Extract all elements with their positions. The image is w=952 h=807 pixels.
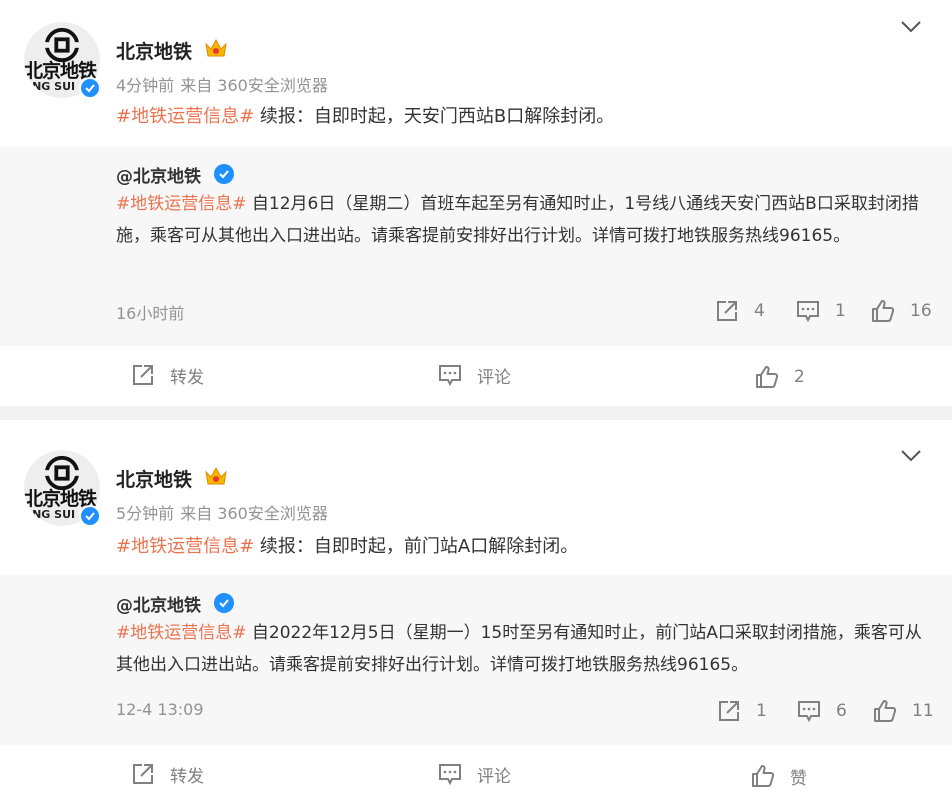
repost-time[interactable]: 16小时前 xyxy=(116,300,184,324)
chevron-down-icon[interactable] xyxy=(900,449,922,463)
comment-icon xyxy=(798,701,820,723)
avatar-logo-en: ING SUI xyxy=(28,508,76,521)
like-icon xyxy=(756,366,779,388)
repost-count-button[interactable]: 1 xyxy=(716,698,767,724)
author-name[interactable]: 北京地铁 xyxy=(116,37,192,64)
comment-icon xyxy=(797,301,819,323)
repost-box[interactable]: @北京地铁 #地铁运营信息# 自12月6日（星期二）首班车起至另有通知时止，1号… xyxy=(0,146,952,346)
repost-label: 转发 xyxy=(170,367,204,388)
like-label: 2 xyxy=(794,367,805,387)
comment-button[interactable]: 评论 xyxy=(437,362,511,388)
repost-count-button[interactable]: 4 xyxy=(714,298,765,324)
post-body: 续报：自即时起，天安门西站B口解除封闭。 xyxy=(254,106,615,127)
repost-button[interactable]: 转发 xyxy=(130,761,204,787)
repost-text: #地铁运营信息# 自12月6日（星期二）首班车起至另有通知时止，1号线八通线天安… xyxy=(116,188,926,252)
like-count: 11 xyxy=(912,701,934,721)
verified-icon xyxy=(214,593,234,613)
comment-count: 1 xyxy=(835,301,846,321)
comment-count-button[interactable]: 1 xyxy=(795,298,846,324)
like-count-button[interactable]: 11 xyxy=(872,698,934,724)
crown-icon xyxy=(205,466,227,485)
repost-author[interactable]: @北京地铁 xyxy=(116,591,201,616)
verified-icon xyxy=(214,164,234,184)
topic-tag-link[interactable]: #地铁运营信息# xyxy=(116,194,247,214)
repost-icon xyxy=(133,764,153,784)
avatar-logo-en: ING SUI xyxy=(28,80,76,93)
repost-label: 转发 xyxy=(170,766,204,787)
chevron-down-icon[interactable] xyxy=(900,20,922,34)
comment-icon xyxy=(439,365,461,387)
topic-tag-link[interactable]: #地铁运营信息# xyxy=(116,536,254,557)
repost-author[interactable]: @北京地铁 xyxy=(116,162,201,187)
weibo-card-1: 北京地铁 ING SUI 北京地铁 4分钟前 来自 360安全浏览器 #地铁运营信… xyxy=(0,0,952,406)
repost-icon xyxy=(719,701,739,721)
like-icon xyxy=(872,300,895,322)
repost-count: 1 xyxy=(756,701,767,721)
post-meta: 4分钟前 来自 360安全浏览器 xyxy=(116,72,334,96)
post-text: #地铁运营信息# 续报：自即时起，天安门西站B口解除封闭。 xyxy=(116,102,614,128)
post-text: #地铁运营信息# 续报：自即时起，前门站A口解除封闭。 xyxy=(116,532,578,558)
comment-count-button[interactable]: 6 xyxy=(796,698,847,724)
repost-button[interactable]: 转发 xyxy=(130,362,204,388)
comment-button[interactable]: 评论 xyxy=(437,761,511,787)
like-button[interactable]: 赞 xyxy=(750,763,807,789)
comment-count: 6 xyxy=(836,701,847,721)
verified-icon xyxy=(79,505,101,527)
repost-icon xyxy=(717,301,737,321)
weibo-card-2: 北京地铁 ING SUI 北京地铁 5分钟前 来自 360安全浏览器 #地铁运营信… xyxy=(0,420,952,807)
post-time[interactable]: 5分钟前 xyxy=(116,504,174,523)
post-source: 来自 360安全浏览器 xyxy=(180,76,328,95)
like-button[interactable]: 2 xyxy=(754,364,805,390)
like-count-button[interactable]: 16 xyxy=(870,298,932,324)
post-meta: 5分钟前 来自 360安全浏览器 xyxy=(116,500,334,524)
repost-text: #地铁运营信息# 自2022年12月5日（星期一）15时至另有通知时止，前门站A… xyxy=(116,617,926,681)
topic-tag-link[interactable]: #地铁运营信息# xyxy=(116,106,254,127)
repost-box[interactable]: @北京地铁 #地铁运营信息# 自2022年12月5日（星期一）15时至另有通知时… xyxy=(0,575,952,745)
like-icon xyxy=(874,700,897,722)
repost-time[interactable]: 12-4 13:09 xyxy=(116,700,204,719)
crown-icon xyxy=(205,38,227,57)
author-name[interactable]: 北京地铁 xyxy=(116,465,192,492)
comment-label: 评论 xyxy=(477,367,511,388)
repost-count: 4 xyxy=(754,301,765,321)
post-time[interactable]: 4分钟前 xyxy=(116,76,174,95)
repost-icon xyxy=(133,365,153,385)
post-source: 来自 360安全浏览器 xyxy=(180,504,328,523)
like-label: 赞 xyxy=(790,768,807,789)
topic-tag-link[interactable]: #地铁运营信息# xyxy=(116,623,247,643)
like-icon xyxy=(752,765,775,787)
verified-icon xyxy=(79,77,101,99)
comment-label: 评论 xyxy=(477,766,511,787)
post-body: 续报：自即时起，前门站A口解除封闭。 xyxy=(254,536,579,557)
comment-icon xyxy=(439,764,461,786)
like-count: 16 xyxy=(910,301,932,321)
